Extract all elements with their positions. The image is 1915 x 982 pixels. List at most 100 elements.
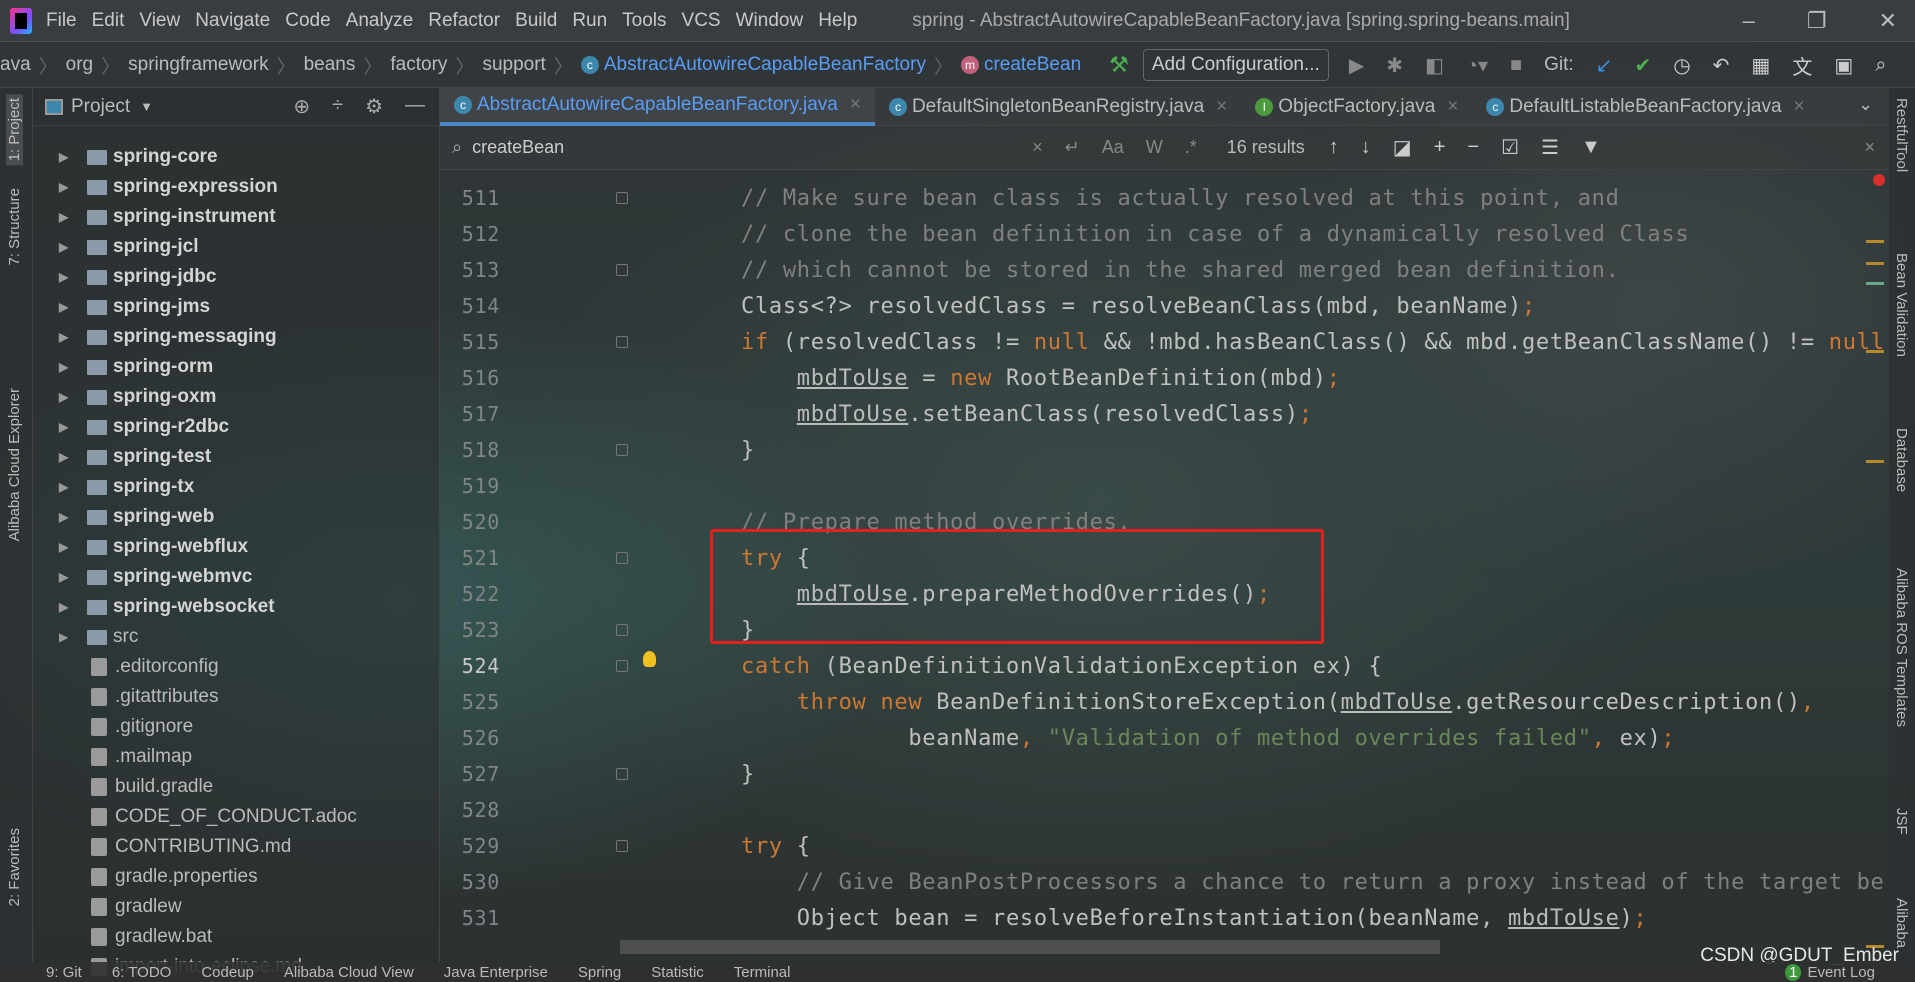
expand-arrow-icon[interactable]: ▶ bbox=[59, 510, 71, 524]
tree-item[interactable]: gradle.properties bbox=[33, 862, 258, 892]
tree-item[interactable]: ▶ spring-core bbox=[33, 142, 218, 172]
tool-window-jsf[interactable]: JSF bbox=[1893, 808, 1910, 835]
chevron-down-icon[interactable]: ▼ bbox=[140, 99, 153, 114]
status-tab-spring[interactable]: Spring bbox=[578, 964, 621, 981]
fold-marker-icon[interactable] bbox=[616, 552, 628, 564]
close-tab-icon[interactable]: × bbox=[850, 94, 861, 116]
tab-defaultlistablebeanfactory[interactable]: c DefaultListableBeanFactory.java × bbox=[1472, 88, 1818, 126]
menu-item-navigate[interactable]: Navigate bbox=[195, 10, 270, 31]
tool-window-alibaba-cloud-explorer[interactable]: Alibaba Cloud Explorer bbox=[6, 388, 23, 541]
menu-item-build[interactable]: Build bbox=[515, 10, 557, 31]
next-occurrence-icon[interactable]: ↓ bbox=[1361, 136, 1371, 159]
select-all-occurrences-icon[interactable]: ◪ bbox=[1393, 135, 1412, 160]
tree-item[interactable]: .editorconfig bbox=[33, 652, 219, 682]
menu-item-vcs[interactable]: VCS bbox=[682, 10, 721, 31]
remove-occurrence-icon[interactable]: − bbox=[1467, 136, 1479, 159]
search-input[interactable]: createBean bbox=[472, 137, 1032, 158]
fold-marker-icon[interactable] bbox=[616, 768, 628, 780]
tabs-chevron-down-icon[interactable]: ⌄ bbox=[1858, 94, 1873, 115]
menu-item-code[interactable]: Code bbox=[285, 10, 330, 31]
expand-arrow-icon[interactable]: ▶ bbox=[59, 240, 71, 254]
tool-window-restfultool[interactable]: RestfulTool bbox=[1893, 98, 1910, 172]
breadcrumb-item[interactable]: AbstractAutowireCapableBeanFactory bbox=[604, 54, 926, 76]
tree-item[interactable]: gradlew bbox=[33, 892, 182, 922]
regex-toggle[interactable]: .* bbox=[1185, 137, 1197, 158]
expand-arrow-icon[interactable]: ▶ bbox=[59, 450, 71, 464]
locate-icon[interactable]: ⊕ bbox=[293, 94, 310, 119]
fold-marker-icon[interactable] bbox=[616, 264, 628, 276]
status-tab-git[interactable]: 9: Git bbox=[46, 964, 82, 981]
clear-search-icon[interactable]: × bbox=[1032, 137, 1043, 158]
breadcrumb-item[interactable]: factory bbox=[390, 54, 447, 76]
tree-item[interactable]: build.gradle bbox=[33, 772, 213, 802]
tool-window-bean-validation[interactable]: Bean Validation bbox=[1893, 253, 1910, 357]
close-tab-icon[interactable]: × bbox=[1794, 96, 1805, 118]
new-line-icon[interactable]: ↵ bbox=[1065, 137, 1080, 158]
filter-options-icon[interactable]: ☰ bbox=[1541, 135, 1559, 160]
expand-arrow-icon[interactable]: ▶ bbox=[59, 330, 71, 344]
breadcrumb-item[interactable]: org bbox=[66, 54, 93, 76]
tree-item[interactable]: .gitattributes bbox=[33, 682, 219, 712]
select-all-icon[interactable]: ☑ bbox=[1501, 135, 1519, 160]
expand-arrow-icon[interactable]: ▶ bbox=[59, 300, 71, 314]
status-tab-alibaba-cloud[interactable]: Alibaba Cloud View bbox=[284, 964, 414, 981]
project-view-selector[interactable]: Project bbox=[71, 96, 130, 118]
hide-icon[interactable]: — bbox=[405, 94, 425, 119]
horizontal-scrollbar[interactable] bbox=[620, 940, 1440, 954]
expand-arrow-icon[interactable]: ▶ bbox=[59, 360, 71, 374]
fold-marker-icon[interactable] bbox=[616, 336, 628, 348]
expand-arrow-icon[interactable]: ▶ bbox=[59, 420, 71, 434]
menu-item-edit[interactable]: Edit bbox=[92, 10, 125, 31]
previous-occurrence-icon[interactable]: ↑ bbox=[1329, 136, 1339, 159]
expand-arrow-icon[interactable]: ▶ bbox=[59, 390, 71, 404]
breadcrumb-item[interactable]: support bbox=[482, 54, 545, 76]
breadcrumb-item[interactable]: createBean bbox=[984, 54, 1081, 76]
presentation-icon[interactable]: ▣ bbox=[1834, 53, 1853, 78]
fold-marker-icon[interactable] bbox=[616, 624, 628, 636]
menu-item-file[interactable]: File bbox=[46, 10, 77, 31]
add-configuration-button[interactable]: Add Configuration... bbox=[1142, 49, 1329, 81]
tool-window-favorites[interactable]: 2: Favorites bbox=[6, 828, 23, 906]
tree-item[interactable]: ▶ spring-jdbc bbox=[33, 262, 216, 292]
tree-item[interactable]: ▶ spring-instrument bbox=[33, 202, 276, 232]
tree-item[interactable]: ▶ spring-jms bbox=[33, 292, 210, 322]
menu-item-analyze[interactable]: Analyze bbox=[346, 10, 414, 31]
error-indicator-icon[interactable] bbox=[1873, 174, 1885, 186]
tree-item[interactable]: ▶ spring-oxm bbox=[33, 382, 216, 412]
fold-marker-icon[interactable] bbox=[616, 840, 628, 852]
tab-defaultsingletonbeanregistry[interactable]: c DefaultSingletonBeanRegistry.java × bbox=[875, 88, 1241, 126]
filter-icon[interactable]: ▼ bbox=[1581, 136, 1601, 159]
menu-item-tools[interactable]: Tools bbox=[622, 10, 666, 31]
git-rollback-icon[interactable]: ↶ bbox=[1713, 53, 1730, 78]
expand-arrow-icon[interactable]: ▶ bbox=[59, 480, 71, 494]
status-tab-todo[interactable]: 6: TODO bbox=[112, 964, 171, 981]
close-button[interactable]: ✕ bbox=[1879, 8, 1897, 34]
run-icon[interactable]: ▶ bbox=[1349, 53, 1364, 78]
expand-arrow-icon[interactable]: ▶ bbox=[59, 630, 71, 644]
search-everywhere-icon[interactable]: ⌕ bbox=[1875, 54, 1886, 77]
translate-icon[interactable]: 文 bbox=[1792, 51, 1812, 80]
tree-item[interactable]: .mailmap bbox=[33, 742, 192, 772]
expand-arrow-icon[interactable]: ▶ bbox=[59, 180, 71, 194]
tree-item[interactable]: ▶ spring-orm bbox=[33, 352, 213, 382]
tree-item[interactable]: ▶ spring-webmvc bbox=[33, 562, 252, 592]
add-occurrence-icon[interactable]: + bbox=[1434, 136, 1446, 159]
project-structure-icon[interactable]: ▦ bbox=[1751, 53, 1770, 78]
tree-item[interactable]: ▶ spring-websocket bbox=[33, 592, 275, 622]
tree-item[interactable]: ▶ spring-jcl bbox=[33, 232, 199, 262]
profile-icon[interactable]: ◔▾ bbox=[1466, 53, 1488, 78]
close-tab-icon[interactable]: × bbox=[1216, 96, 1227, 118]
tree-item[interactable]: ▶ spring-r2dbc bbox=[33, 412, 229, 442]
tool-window-alibaba-ros-templates[interactable]: Alibaba ROS Templates bbox=[1893, 568, 1910, 727]
build-hammer-icon[interactable]: ⚒ bbox=[1109, 52, 1129, 78]
status-tab-statistic[interactable]: Statistic bbox=[651, 964, 704, 981]
gear-icon[interactable]: ⚙ bbox=[365, 94, 383, 119]
breadcrumb-item[interactable]: springframework bbox=[128, 54, 268, 76]
tree-item[interactable]: CONTRIBUTING.md bbox=[33, 832, 291, 862]
menu-item-refactor[interactable]: Refactor bbox=[428, 10, 500, 31]
minimize-button[interactable]: – bbox=[1743, 8, 1755, 34]
debug-icon[interactable]: ✱ bbox=[1386, 53, 1403, 78]
expand-arrow-icon[interactable]: ▶ bbox=[59, 150, 71, 164]
breadcrumb-item[interactable]: beans bbox=[304, 54, 356, 76]
tree-item[interactable]: ▶ spring-tx bbox=[33, 472, 194, 502]
